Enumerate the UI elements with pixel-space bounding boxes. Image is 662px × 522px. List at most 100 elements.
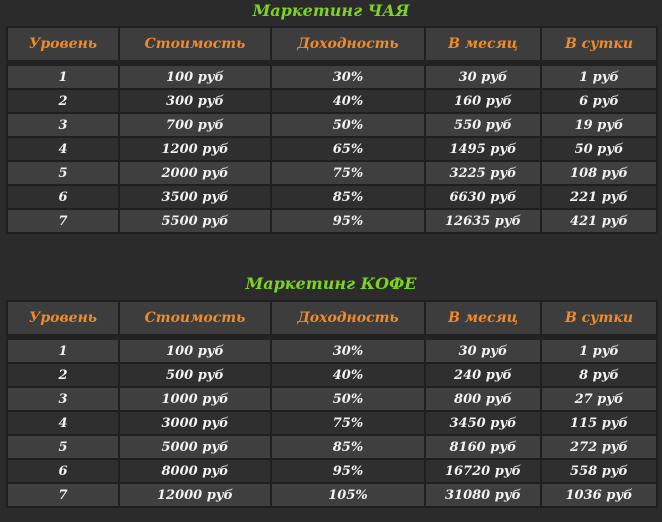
header-yield: Доходность bbox=[270, 300, 426, 340]
table-tea: Уровень Стоимость Доходность В месяц В с… bbox=[6, 26, 658, 234]
table-row: 3 1000 руб 50% 800 руб 27 руб bbox=[6, 386, 658, 412]
section-title-coffee: Маркетинг КОФЕ bbox=[245, 274, 417, 293]
cell-per-day: 221 руб bbox=[540, 184, 658, 210]
table-row: 4 3000 руб 75% 3450 руб 115 руб bbox=[6, 410, 658, 436]
cell-per-month: 12635 руб bbox=[424, 208, 542, 234]
cell-cost: 3500 руб bbox=[118, 184, 272, 210]
cell-yield: 50% bbox=[270, 386, 426, 412]
cell-level: 7 bbox=[6, 482, 120, 508]
cell-per-month: 240 руб bbox=[424, 362, 542, 388]
table-row: 2 500 руб 40% 240 руб 8 руб bbox=[6, 362, 658, 388]
header-cost: Стоимость bbox=[118, 26, 272, 66]
table-coffee: Уровень Стоимость Доходность В месяц В с… bbox=[6, 300, 658, 508]
cell-cost: 3000 руб bbox=[118, 410, 272, 436]
cell-per-day: 6 руб bbox=[540, 88, 658, 114]
header-level: Уровень bbox=[6, 300, 120, 340]
table-header-row: Уровень Стоимость Доходность В месяц В с… bbox=[6, 26, 658, 66]
cell-level: 2 bbox=[6, 362, 120, 388]
header-level: Уровень bbox=[6, 26, 120, 66]
header-per-month: В месяц bbox=[424, 26, 542, 66]
cell-per-month: 31080 руб bbox=[424, 482, 542, 508]
cell-cost: 500 руб bbox=[118, 362, 272, 388]
cell-cost: 8000 руб bbox=[118, 458, 272, 484]
cell-level: 1 bbox=[6, 336, 120, 364]
cell-per-day: 108 руб bbox=[540, 160, 658, 186]
cell-cost: 1000 руб bbox=[118, 386, 272, 412]
cell-yield: 105% bbox=[270, 482, 426, 508]
cell-level: 5 bbox=[6, 160, 120, 186]
header-cost: Стоимость bbox=[118, 300, 272, 340]
cell-per-month: 3450 руб bbox=[424, 410, 542, 436]
table-row: 1 100 руб 30% 30 руб 1 руб bbox=[6, 336, 658, 364]
cell-level: 4 bbox=[6, 410, 120, 436]
cell-per-day: 8 руб bbox=[540, 362, 658, 388]
cell-per-month: 16720 руб bbox=[424, 458, 542, 484]
cell-per-month: 1495 руб bbox=[424, 136, 542, 162]
table-row: 7 5500 руб 95% 12635 руб 421 руб bbox=[6, 208, 658, 234]
section-title-tea: Маркетинг ЧАЯ bbox=[252, 1, 410, 20]
cell-yield: 85% bbox=[270, 434, 426, 460]
cell-per-month: 8160 руб bbox=[424, 434, 542, 460]
cell-per-day: 50 руб bbox=[540, 136, 658, 162]
cell-cost: 5000 руб bbox=[118, 434, 272, 460]
cell-per-day: 115 руб bbox=[540, 410, 658, 436]
cell-yield: 65% bbox=[270, 136, 426, 162]
table-row: 4 1200 руб 65% 1495 руб 50 руб bbox=[6, 136, 658, 162]
cell-level: 6 bbox=[6, 458, 120, 484]
cell-level: 3 bbox=[6, 112, 120, 138]
header-per-day: В сутки bbox=[540, 300, 658, 340]
cell-cost: 100 руб bbox=[118, 336, 272, 364]
cell-per-month: 3225 руб bbox=[424, 160, 542, 186]
cell-yield: 30% bbox=[270, 336, 426, 364]
cell-yield: 30% bbox=[270, 62, 426, 90]
cell-level: 4 bbox=[6, 136, 120, 162]
cell-level: 2 bbox=[6, 88, 120, 114]
cell-per-day: 272 руб bbox=[540, 434, 658, 460]
cell-yield: 85% bbox=[270, 184, 426, 210]
cell-per-month: 6630 руб bbox=[424, 184, 542, 210]
cell-level: 7 bbox=[6, 208, 120, 234]
cell-cost: 1200 руб bbox=[118, 136, 272, 162]
cell-per-month: 160 руб bbox=[424, 88, 542, 114]
table-row: 1 100 руб 30% 30 руб 1 руб bbox=[6, 62, 658, 90]
page: Маркетинг ЧАЯ Уровень Стоимость Доходнос… bbox=[0, 0, 662, 522]
cell-level: 6 bbox=[6, 184, 120, 210]
cell-per-day: 1036 руб bbox=[540, 482, 658, 508]
table-row: 3 700 руб 50% 550 руб 19 руб bbox=[6, 112, 658, 138]
cell-cost: 2000 руб bbox=[118, 160, 272, 186]
cell-per-day: 421 руб bbox=[540, 208, 658, 234]
cell-yield: 40% bbox=[270, 362, 426, 388]
cell-cost: 12000 руб bbox=[118, 482, 272, 508]
header-per-day: В сутки bbox=[540, 26, 658, 66]
table-row: 6 3500 руб 85% 6630 руб 221 руб bbox=[6, 184, 658, 210]
cell-cost: 100 руб bbox=[118, 62, 272, 90]
cell-per-month: 30 руб bbox=[424, 62, 542, 90]
cell-yield: 50% bbox=[270, 112, 426, 138]
table-header-row: Уровень Стоимость Доходность В месяц В с… bbox=[6, 300, 658, 340]
cell-yield: 95% bbox=[270, 208, 426, 234]
cell-yield: 95% bbox=[270, 458, 426, 484]
cell-per-day: 1 руб bbox=[540, 336, 658, 364]
table-row: 5 2000 руб 75% 3225 руб 108 руб bbox=[6, 160, 658, 186]
header-per-month: В месяц bbox=[424, 300, 542, 340]
table-row: 2 300 руб 40% 160 руб 6 руб bbox=[6, 88, 658, 114]
cell-per-day: 558 руб bbox=[540, 458, 658, 484]
cell-level: 5 bbox=[6, 434, 120, 460]
cell-per-day: 1 руб bbox=[540, 62, 658, 90]
table-row: 6 8000 руб 95% 16720 руб 558 руб bbox=[6, 458, 658, 484]
cell-yield: 75% bbox=[270, 410, 426, 436]
table-row: 7 12000 руб 105% 31080 руб 1036 руб bbox=[6, 482, 658, 508]
cell-per-month: 800 руб bbox=[424, 386, 542, 412]
cell-per-month: 30 руб bbox=[424, 336, 542, 364]
cell-level: 1 bbox=[6, 62, 120, 90]
cell-per-day: 27 руб bbox=[540, 386, 658, 412]
cell-per-day: 19 руб bbox=[540, 112, 658, 138]
cell-level: 3 bbox=[6, 386, 120, 412]
cell-cost: 700 руб bbox=[118, 112, 272, 138]
cell-cost: 5500 руб bbox=[118, 208, 272, 234]
cell-yield: 75% bbox=[270, 160, 426, 186]
cell-cost: 300 руб bbox=[118, 88, 272, 114]
cell-yield: 40% bbox=[270, 88, 426, 114]
cell-per-month: 550 руб bbox=[424, 112, 542, 138]
table-row: 5 5000 руб 85% 8160 руб 272 руб bbox=[6, 434, 658, 460]
